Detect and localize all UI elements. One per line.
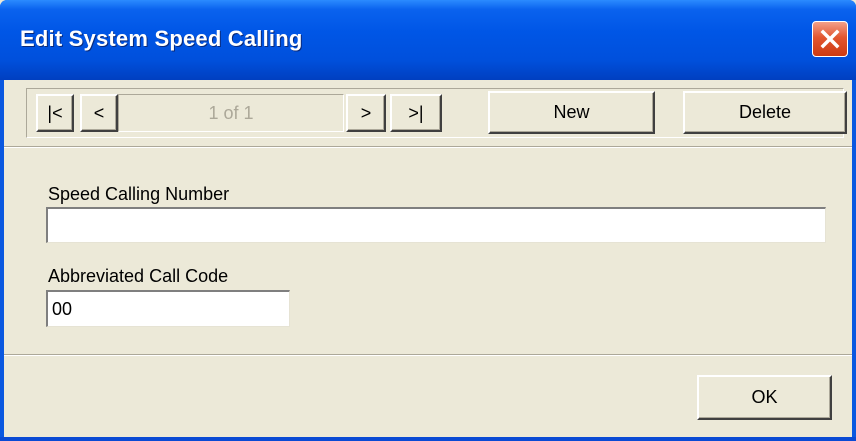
new-button[interactable]: New <box>488 91 655 134</box>
last-record-button[interactable]: >| <box>390 94 442 132</box>
previous-record-button[interactable]: < <box>80 94 118 132</box>
close-icon <box>820 29 840 49</box>
ok-button[interactable]: OK <box>697 375 832 420</box>
speed-calling-number-label: Speed Calling Number <box>48 184 230 204</box>
separator-top <box>4 146 852 148</box>
dialog-window: Edit System Speed Calling |< < 1 of 1 > … <box>0 0 856 441</box>
speed-calling-number-input[interactable] <box>46 207 826 243</box>
record-position-indicator: 1 of 1 <box>118 94 344 132</box>
separator-bottom <box>4 354 852 356</box>
title-bar[interactable]: Edit System Speed Calling <box>0 0 856 80</box>
window-title: Edit System Speed Calling <box>20 26 303 51</box>
delete-button[interactable]: Delete <box>683 91 847 134</box>
abbreviated-call-code-label: Abbreviated Call Code <box>48 266 229 286</box>
close-button[interactable] <box>812 21 848 57</box>
window-frame-bottom <box>0 437 856 441</box>
next-record-button[interactable]: > <box>346 94 386 132</box>
first-record-button[interactable]: |< <box>36 94 74 132</box>
abbreviated-call-code-input[interactable] <box>46 290 290 327</box>
